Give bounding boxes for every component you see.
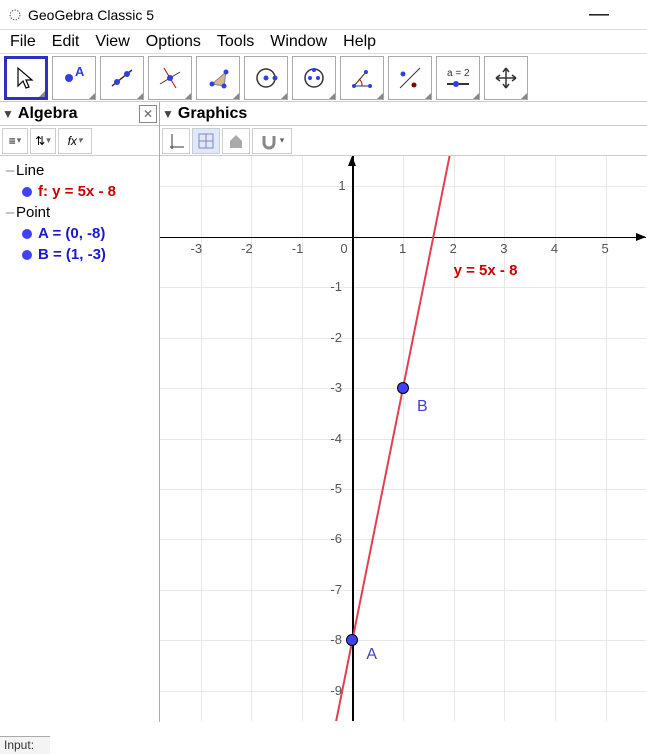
- magnet-icon: [260, 132, 278, 150]
- tree-label: f: y = 5x - 8: [38, 183, 116, 200]
- move-view-icon: [492, 64, 520, 92]
- tool-polygon[interactable]: [196, 56, 240, 100]
- algebra-close-button[interactable]: ✕: [139, 105, 157, 123]
- tree-label: A = (0, -8): [38, 225, 105, 242]
- app-icon: [8, 8, 22, 22]
- gfx-grid-button[interactable]: [192, 128, 220, 154]
- tool-line[interactable]: [100, 56, 144, 100]
- point-label-A[interactable]: A: [366, 646, 377, 664]
- tool-perpendicular[interactable]: [148, 56, 192, 100]
- graphics-header: ▼ Graphics: [160, 102, 647, 126]
- tree-label: Point: [16, 204, 50, 221]
- menu-window[interactable]: Window: [262, 31, 335, 53]
- reflect-icon: [396, 64, 424, 92]
- gfx-home-button[interactable]: [222, 128, 250, 154]
- tool-reflect[interactable]: [388, 56, 432, 100]
- polygon-icon: [204, 64, 232, 92]
- graphics-canvas[interactable]: -3-2-10123451-1-2-3-4-5-6-7-8-9y = 5x - …: [160, 156, 646, 722]
- titlebar: GeoGebra Classic 5 —: [0, 0, 647, 30]
- axes-icon: [167, 132, 185, 150]
- window-title: GeoGebra Classic 5: [28, 7, 579, 23]
- object-color-dot: [22, 229, 32, 239]
- input-bar[interactable]: Input:: [0, 736, 50, 754]
- svg-text:A: A: [75, 64, 85, 79]
- alg-aux-button[interactable]: ⇅▾: [30, 128, 56, 154]
- gfx-snap-button[interactable]: ▾: [252, 128, 292, 154]
- tree-object[interactable]: B = (1, -3): [0, 244, 159, 265]
- algebra-panel: ▼ Algebra ✕ ≡▾ ⇅▾ fx▾ –Linef: y = 5x - 8…: [0, 102, 160, 722]
- grid-icon: [197, 132, 215, 150]
- tool-circle[interactable]: [244, 56, 288, 100]
- svg-text:a = 2: a = 2: [447, 68, 470, 79]
- graphics-title: Graphics: [178, 105, 645, 123]
- menu-file[interactable]: File: [2, 31, 44, 53]
- plot-svg: [160, 156, 646, 721]
- menubar: File Edit View Options Tools Window Help: [0, 30, 647, 54]
- tool-move-view[interactable]: [484, 56, 528, 100]
- menu-help[interactable]: Help: [335, 31, 384, 53]
- tool-angle[interactable]: [340, 56, 384, 100]
- object-color-dot: [22, 250, 32, 260]
- minimize-button[interactable]: —: [579, 3, 619, 26]
- menu-tools[interactable]: Tools: [209, 31, 262, 53]
- equation-label[interactable]: y = 5x - 8: [454, 262, 518, 279]
- point-label-B[interactable]: B: [417, 398, 428, 416]
- menu-options[interactable]: Options: [138, 31, 209, 53]
- ellipse-icon: [300, 64, 328, 92]
- line-f[interactable]: [160, 156, 646, 721]
- tool-point[interactable]: A: [52, 56, 96, 100]
- gfx-axes-button[interactable]: [162, 128, 190, 154]
- algebra-tree: –Linef: y = 5x - 8–PointA = (0, -8)B = (…: [0, 156, 159, 269]
- point-A[interactable]: [346, 634, 358, 646]
- algebra-title: Algebra: [18, 105, 139, 123]
- tree-object[interactable]: f: y = 5x - 8: [0, 181, 159, 202]
- tree-label: B = (1, -3): [38, 246, 106, 263]
- algebra-header: ▼ Algebra ✕: [0, 102, 159, 126]
- main-toolbar: A a = 2: [0, 54, 647, 102]
- line-icon: [108, 64, 136, 92]
- cursor-icon: [12, 64, 40, 92]
- tree-toggle-icon[interactable]: –: [4, 204, 16, 221]
- point-icon: A: [60, 64, 88, 92]
- graphics-toolbar: ▾: [160, 126, 647, 156]
- perp-icon: [156, 64, 184, 92]
- tool-ellipse[interactable]: [292, 56, 336, 100]
- menu-edit[interactable]: Edit: [44, 31, 88, 53]
- main-area: ▼ Algebra ✕ ≡▾ ⇅▾ fx▾ –Linef: y = 5x - 8…: [0, 102, 647, 722]
- tree-object[interactable]: A = (0, -8): [0, 223, 159, 244]
- graphics-panel: ▼ Graphics ▾ -3-2-10123451-1-2-3-4-5-6-7…: [160, 102, 647, 722]
- tree-group[interactable]: –Line: [0, 160, 159, 181]
- home-icon: [227, 132, 245, 150]
- tool-slider[interactable]: a = 2: [436, 56, 480, 100]
- alg-sort-button[interactable]: ≡▾: [2, 128, 28, 154]
- point-B[interactable]: [397, 382, 409, 394]
- object-color-dot: [22, 187, 32, 197]
- tree-toggle-icon[interactable]: –: [4, 162, 16, 179]
- tree-group[interactable]: –Point: [0, 202, 159, 223]
- panel-collapse-icon[interactable]: ▼: [162, 107, 174, 121]
- angle-icon: [348, 64, 376, 92]
- panel-collapse-icon[interactable]: ▼: [2, 107, 14, 121]
- menu-view[interactable]: View: [87, 31, 137, 53]
- circle-icon: [252, 64, 280, 92]
- alg-fx-button[interactable]: fx▾: [58, 128, 92, 154]
- algebra-toolbar: ≡▾ ⇅▾ fx▾: [0, 126, 159, 156]
- slider-icon: a = 2: [442, 64, 474, 92]
- tool-move[interactable]: [4, 56, 48, 100]
- tree-label: Line: [16, 162, 44, 179]
